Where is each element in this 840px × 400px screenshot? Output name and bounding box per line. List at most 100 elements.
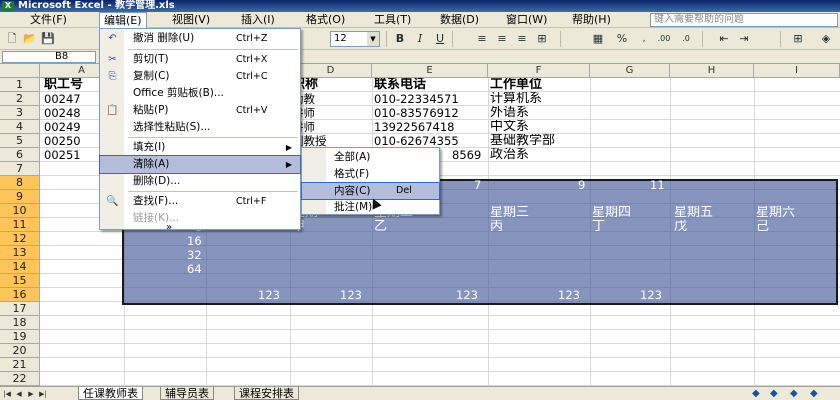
tray-icon[interactable]: ◆ — [752, 388, 760, 399]
cell-g8[interactable]: 11 — [650, 178, 665, 192]
sheet-tab-counselors[interactable]: 辅导员表 — [160, 387, 214, 400]
row-header-6[interactable]: 6 — [0, 148, 40, 162]
name-box[interactable]: B8 — [2, 51, 96, 63]
cell-c12[interactable]: 16 — [187, 234, 202, 248]
cell-f6[interactable]: 政治系 — [490, 148, 529, 162]
sheet-tab-teachers[interactable]: 任课教师表 — [78, 387, 143, 400]
menu-insert[interactable]: 插入(I) — [237, 12, 279, 28]
menu-edit[interactable]: 编辑(E) — [99, 12, 147, 28]
currency-icon[interactable]: ▦ — [590, 31, 606, 47]
decrease-decimal-icon[interactable]: .0 — [678, 31, 694, 47]
row-header-22[interactable]: 22 — [0, 372, 40, 386]
cell-e5[interactable]: 010-62674355 — [374, 134, 459, 148]
cell-h11[interactable]: 戊 — [674, 220, 687, 234]
menu-item-links[interactable]: 链接(K)... — [100, 210, 300, 227]
cell-a4[interactable]: 00249 — [44, 120, 81, 134]
cell-f1[interactable]: 工作单位 — [490, 78, 542, 92]
column-header-i[interactable]: I — [754, 64, 840, 78]
menu-item-fill[interactable]: 填充(I) ▶ — [100, 139, 300, 156]
decrease-indent-icon[interactable]: ⇤ — [716, 31, 732, 47]
cell-f10[interactable]: 星期三 — [490, 206, 529, 220]
cell-g10[interactable]: 星期四 — [592, 206, 631, 220]
column-header-h[interactable]: H — [670, 64, 754, 78]
align-left-icon[interactable]: ≡ — [474, 31, 490, 47]
cell-a2[interactable]: 00247 — [44, 92, 81, 106]
help-search-box[interactable]: 键入需要帮助的问题 — [650, 13, 838, 27]
cell-h10[interactable]: 星期五 — [674, 206, 713, 220]
last-sheet-icon[interactable]: ▶| — [38, 389, 48, 399]
cell-i11[interactable]: 己 — [756, 220, 769, 234]
cell-g11[interactable]: 丁 — [592, 220, 605, 234]
increase-decimal-icon[interactable]: .00 — [656, 31, 672, 47]
row-header-13[interactable]: 13 — [0, 246, 40, 260]
menu-expand-chevron[interactable]: » — [100, 222, 300, 233]
first-sheet-icon[interactable]: |◀ — [2, 389, 12, 399]
row-header-11[interactable]: 11 — [0, 218, 40, 232]
cell-e11[interactable]: 乙 — [374, 220, 387, 234]
menu-item-find[interactable]: 🔍 查找(F)... Ctrl+F — [100, 193, 300, 210]
row-header-2[interactable]: 2 — [0, 92, 40, 106]
next-sheet-icon[interactable]: ▶ — [26, 389, 36, 399]
cell-e1[interactable]: 联系电话 — [374, 78, 426, 92]
cell-f2[interactable]: 计算机系 — [490, 92, 542, 106]
row-header-17[interactable]: 17 — [0, 302, 40, 316]
new-document-icon[interactable]: 🗋 — [4, 31, 20, 47]
bold-button[interactable]: B — [392, 31, 408, 47]
column-header-f[interactable]: F — [488, 64, 590, 78]
menu-file[interactable]: 文件(F) — [26, 12, 71, 28]
italic-button[interactable]: I — [412, 31, 428, 47]
submenu-item-clear-formats[interactable]: 格式(F) — [302, 166, 439, 182]
cell-f11[interactable]: 丙 — [490, 220, 503, 234]
save-icon[interactable]: 💾 — [40, 31, 56, 47]
submenu-item-clear-contents[interactable]: 内容(C) Del — [301, 182, 440, 200]
menu-item-undo[interactable]: ↶ 撤消 删除(U) Ctrl+Z — [100, 30, 300, 47]
row-header-20[interactable]: 20 — [0, 344, 40, 358]
menu-window[interactable]: 窗口(W) — [502, 12, 551, 28]
row-header-1[interactable]: 1 — [0, 78, 40, 92]
cell-i10[interactable]: 星期六 — [756, 206, 795, 220]
cell-a5[interactable]: 00250 — [44, 134, 81, 148]
menu-item-office-clipboard[interactable]: Office 剪贴板(B)... — [100, 85, 300, 102]
cell-c14[interactable]: 64 — [187, 262, 202, 276]
fill-color-icon[interactable]: ◈ — [818, 31, 834, 47]
prev-sheet-icon[interactable]: ◀ — [14, 389, 24, 399]
row-header-10[interactable]: 10 — [0, 204, 40, 218]
cell-f5[interactable]: 基础教学部 — [490, 134, 555, 148]
menu-item-paste[interactable]: 📋 粘贴(P) Ctrl+V — [100, 102, 300, 119]
menu-tools[interactable]: 工具(T) — [370, 12, 415, 28]
tray-icon[interactable]: ◆ — [790, 388, 798, 399]
row-header-15[interactable]: 15 — [0, 274, 40, 288]
cell-c16[interactable]: 123 — [340, 288, 362, 302]
menu-format[interactable]: 格式(O) — [302, 12, 349, 28]
cell-f16[interactable]: 123 — [558, 288, 580, 302]
menu-item-copy[interactable]: ⎘ 复制(C) Ctrl+C — [100, 68, 300, 85]
row-header-12[interactable]: 12 — [0, 232, 40, 246]
cell-e2[interactable]: 010-22334571 — [374, 92, 459, 106]
percent-button[interactable]: % — [614, 31, 630, 47]
row-header-14[interactable]: 14 — [0, 260, 40, 274]
column-header-d[interactable]: D — [290, 64, 372, 78]
cell-b16[interactable]: 123 — [258, 288, 280, 302]
column-header-e[interactable]: E — [372, 64, 488, 78]
cell-f4[interactable]: 中文系 — [490, 120, 529, 134]
tray-icon[interactable]: ◆ — [770, 388, 778, 399]
increase-indent-icon[interactable]: ⇥ — [736, 31, 752, 47]
cell-c13[interactable]: 32 — [187, 248, 202, 262]
underline-button[interactable]: U — [432, 31, 448, 47]
menu-help[interactable]: 帮助(H) — [568, 12, 615, 28]
font-size-select[interactable]: 12 ▼ — [330, 31, 380, 47]
open-folder-icon[interactable]: 📂 — [22, 31, 38, 47]
sheet-tab-courses[interactable]: 课程安排表 — [234, 387, 299, 400]
tray-icon[interactable]: ◆ — [810, 388, 818, 399]
row-header-9[interactable]: 9 — [0, 190, 40, 204]
row-header-5[interactable]: 5 — [0, 134, 40, 148]
cell-e6[interactable]: 8569 — [452, 148, 481, 162]
row-header-18[interactable]: 18 — [0, 316, 40, 330]
cell-f3[interactable]: 外语系 — [490, 106, 529, 120]
column-header-g[interactable]: G — [590, 64, 670, 78]
row-header-7[interactable]: 7 — [0, 162, 40, 176]
borders-icon[interactable]: ⊞ — [790, 31, 806, 47]
cell-e4[interactable]: 13922567418 — [374, 120, 454, 134]
align-right-icon[interactable]: ≡ — [514, 31, 530, 47]
cell-e16[interactable]: 123 — [456, 288, 478, 302]
